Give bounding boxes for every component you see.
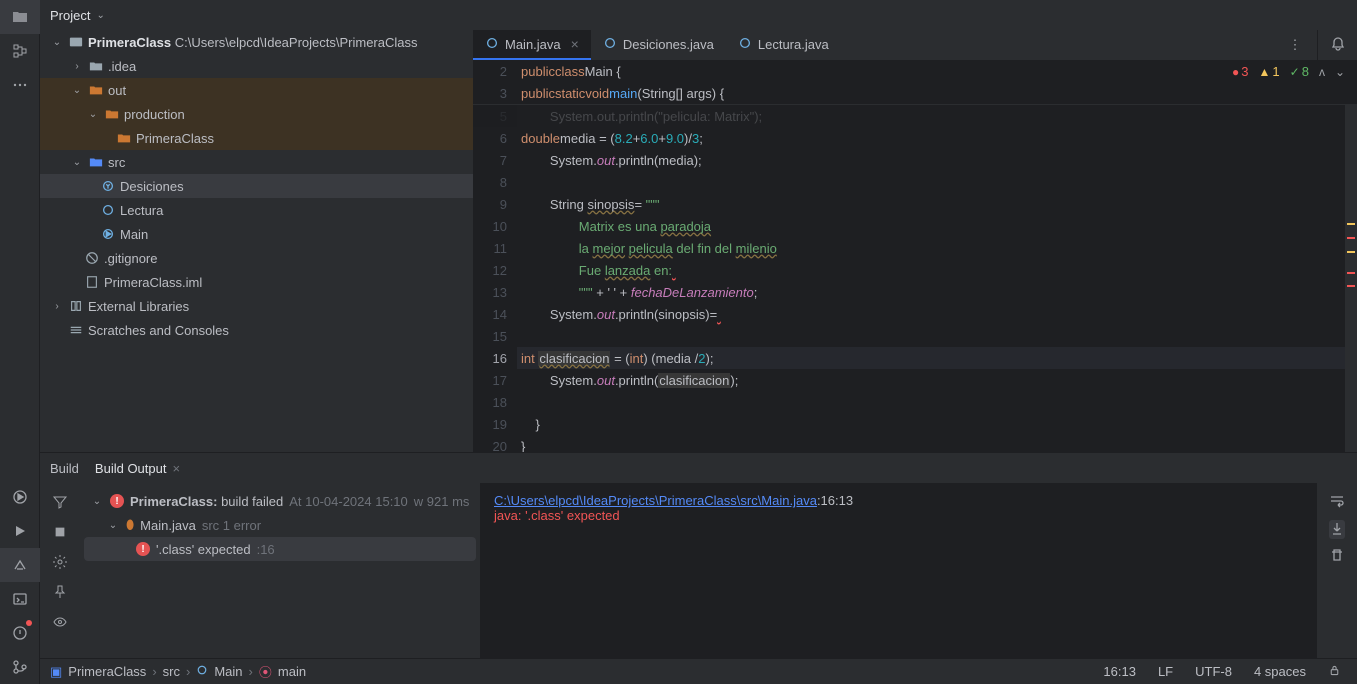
tree-gitignore[interactable]: .gitignore [40, 246, 473, 270]
scroll-to-end-icon[interactable] [1329, 520, 1345, 539]
build-row-file[interactable]: ⌄⬮ Main.javasrc 1 error [84, 513, 476, 537]
problems-button[interactable] [0, 616, 40, 650]
tree-scratch[interactable]: ›Scratches and Consoles [40, 318, 473, 342]
tree-root[interactable]: ⌄ PrimeraClass C:\Users\elpcd\IdeaProjec… [40, 30, 473, 54]
tree-src[interactable]: ⌄src [40, 150, 473, 174]
build-output-tab[interactable]: Build Output× [95, 453, 180, 483]
error-stripe[interactable] [1345, 105, 1357, 452]
tab-desiciones[interactable]: Desiciones.java [591, 30, 726, 60]
prev-highlight[interactable]: ʌ [1319, 65, 1325, 79]
tab-more-icon[interactable]: ⋮ [1283, 30, 1307, 60]
structure-tool-button[interactable] [0, 34, 40, 68]
tree-out[interactable]: ⌄out [40, 78, 473, 102]
services-button[interactable] [0, 480, 40, 514]
pin-icon[interactable] [49, 581, 71, 603]
soft-wrap-icon[interactable] [1329, 493, 1345, 512]
terminal-button[interactable] [0, 582, 40, 616]
tree-lectura[interactable]: Lectura [40, 198, 473, 222]
clear-icon[interactable] [1329, 547, 1345, 566]
more-tool-button[interactable] [0, 68, 40, 102]
tree-primeraclass-out[interactable]: PrimeraClass [40, 126, 473, 150]
build-output[interactable]: C:\Users\elpcd\IdeaProjects\PrimeraClass… [480, 483, 1317, 658]
tree-desiciones[interactable]: Desiciones [40, 174, 473, 198]
sticky-header: 2public class Main { 3 public static voi… [473, 60, 1357, 105]
build-row-root[interactable]: ⌄! PrimeraClass: build failed At 10-04-2… [84, 489, 476, 513]
project-panel-header: Project ⌄ [40, 0, 1357, 30]
close-icon[interactable]: × [172, 461, 180, 476]
lock-icon[interactable] [1322, 664, 1347, 680]
build-tab[interactable]: Build [50, 453, 79, 483]
build-tree[interactable]: ⌄! PrimeraClass: build failed At 10-04-2… [80, 483, 480, 658]
tree-external[interactable]: ›External Libraries [40, 294, 473, 318]
vcs-button[interactable] [0, 650, 40, 684]
error-indicator[interactable]: ● 3 [1232, 64, 1248, 79]
build-row-error[interactable]: ! '.class' expected:16 [84, 537, 476, 561]
tree-iml[interactable]: PrimeraClass.iml [40, 270, 473, 294]
indent[interactable]: 4 spaces [1248, 664, 1312, 679]
project-panel-title[interactable]: Project [50, 8, 90, 23]
settings-icon[interactable] [49, 551, 71, 573]
tree-idea[interactable]: ›.idea [40, 54, 473, 78]
cursor-position[interactable]: 16:13 [1097, 664, 1142, 679]
notifications-button[interactable] [1317, 30, 1357, 60]
tree-main[interactable]: Main [40, 222, 473, 246]
tree-production[interactable]: ⌄production [40, 102, 473, 126]
next-highlight[interactable]: ⌄ [1335, 65, 1345, 79]
encoding[interactable]: UTF-8 [1189, 664, 1238, 679]
statusbar: ▣PrimeraClass› src› Main› ⦿main 16:13 LF… [40, 658, 1357, 684]
stop-icon[interactable] [49, 521, 71, 543]
tab-main[interactable]: Main.java× [473, 30, 591, 60]
project-tree[interactable]: ⌄ PrimeraClass C:\Users\elpcd\IdeaProjec… [40, 30, 473, 452]
inspection-indicator[interactable]: ✓ 8 [1290, 64, 1309, 79]
code-editor[interactable]: 5 System.out.println("pelicula: Matrix")… [473, 105, 1357, 452]
build-tool-button[interactable] [0, 548, 40, 582]
warning-indicator[interactable]: ▲ 1 [1259, 64, 1280, 79]
breadcrumb[interactable]: ▣PrimeraClass› src› Main› ⦿main [50, 662, 306, 681]
filter-icon[interactable] [49, 491, 71, 513]
project-tool-button[interactable] [0, 0, 40, 34]
close-icon[interactable]: × [571, 36, 579, 52]
run-button[interactable] [0, 514, 40, 548]
line-ending[interactable]: LF [1152, 664, 1179, 679]
chevron-down-icon[interactable]: ⌄ [96, 10, 104, 21]
tab-lectura[interactable]: Lectura.java [726, 30, 841, 60]
view-icon[interactable] [49, 611, 71, 633]
